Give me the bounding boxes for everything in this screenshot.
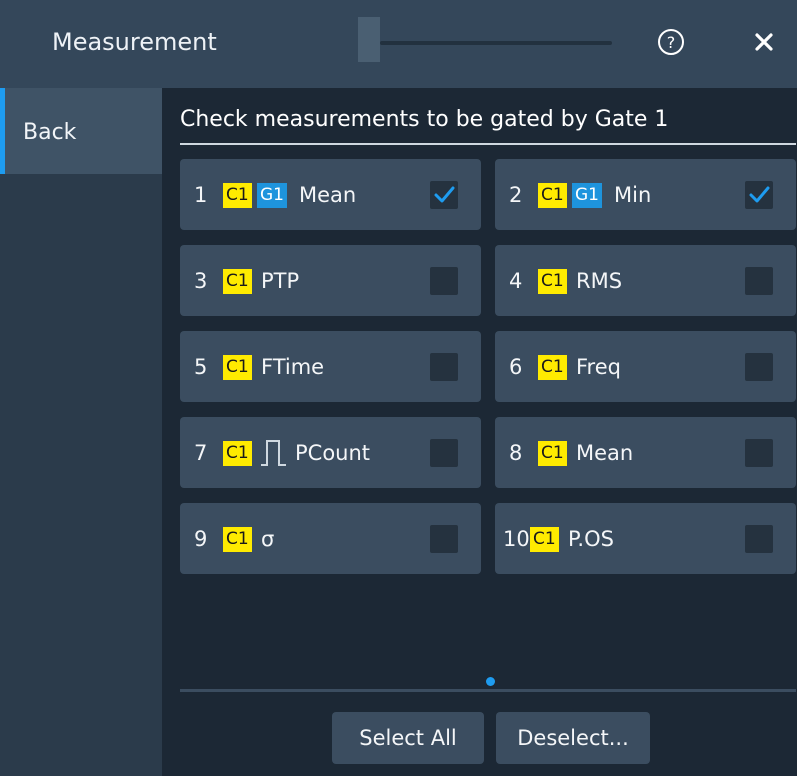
measurement-number: 7	[194, 441, 208, 465]
pulse-icon	[261, 440, 286, 466]
help-icon[interactable]: ?	[657, 28, 685, 56]
measurement-checkbox[interactable]	[430, 181, 458, 209]
measurement-name: PTP	[261, 269, 300, 293]
measurement-number: 8	[509, 441, 523, 465]
measurement-number: 5	[194, 355, 208, 379]
measurement-tile-2[interactable]: 2 C1 G1 Min	[495, 159, 796, 230]
measurement-tile-1[interactable]: 1 C1 G1 Mean	[180, 159, 481, 230]
back-label: Back	[23, 120, 77, 145]
measurement-number: 10	[503, 527, 530, 551]
measurement-checkbox[interactable]	[430, 525, 458, 553]
source-badge: C1	[530, 527, 559, 552]
checkmark-icon	[749, 186, 770, 203]
back-button[interactable]: Back	[0, 88, 162, 174]
measurement-number: 3	[194, 269, 208, 293]
source-badge: C1	[538, 441, 567, 466]
source-badge: C1	[538, 183, 567, 208]
measurement-tile-7[interactable]: 7 C1 PCount	[180, 417, 481, 488]
window-drag-track[interactable]	[380, 41, 612, 45]
measurement-checkbox[interactable]	[745, 267, 773, 295]
close-icon[interactable]	[752, 30, 776, 54]
measurement-name: Min	[614, 183, 652, 207]
measurement-number: 6	[509, 355, 523, 379]
measurement-name: σ	[261, 527, 275, 551]
gate-badge: G1	[257, 183, 287, 208]
page-heading: Check measurements to be gated by Gate 1	[180, 107, 669, 132]
measurement-checkbox[interactable]	[745, 525, 773, 553]
measurement-name: P.OS	[568, 527, 614, 551]
svg-text:?: ?	[667, 33, 676, 52]
measurement-name: Mean	[299, 183, 357, 207]
measurement-tile-6[interactable]: 6 C1 Freq	[495, 331, 796, 402]
source-badge: C1	[223, 355, 252, 380]
bottom-divider	[180, 689, 796, 692]
measurement-tile-5[interactable]: 5 C1 FTime	[180, 331, 481, 402]
checkmark-icon	[434, 186, 455, 203]
measurement-name: PCount	[295, 441, 371, 465]
measurement-checkbox[interactable]	[430, 353, 458, 381]
measurement-tile-10[interactable]: 10 C1 P.OS	[495, 503, 796, 574]
window-drag-handle[interactable]	[358, 17, 380, 62]
measurement-checkbox[interactable]	[745, 439, 773, 467]
measurement-tile-3[interactable]: 3 C1 PTP	[180, 245, 481, 316]
source-badge: C1	[223, 269, 252, 294]
sidebar: Back	[0, 88, 162, 776]
title-bar: Measurement ?	[0, 0, 797, 88]
main-content: Check measurements to be gated by Gate 1…	[162, 88, 797, 776]
deselect-button[interactable]: Deselect...	[496, 712, 650, 764]
window-title: Measurement	[52, 28, 217, 56]
measurement-tile-9[interactable]: 9 C1 σ	[180, 503, 481, 574]
source-badge: C1	[223, 527, 252, 552]
measurement-name: Freq	[576, 355, 621, 379]
measurement-checkbox[interactable]	[745, 353, 773, 381]
measurement-checkbox[interactable]	[430, 439, 458, 467]
measurement-number: 1	[194, 183, 208, 207]
measurement-name: Mean	[576, 441, 634, 465]
measurement-number: 4	[509, 269, 523, 293]
measurement-tile-8[interactable]: 8 C1 Mean	[495, 417, 796, 488]
gate-badge: G1	[572, 183, 602, 208]
source-badge: C1	[223, 441, 252, 466]
measurement-checkbox[interactable]	[745, 181, 773, 209]
measurement-number: 2	[509, 183, 523, 207]
measurement-tile-4[interactable]: 4 C1 RMS	[495, 245, 796, 316]
page-indicator-dot	[486, 677, 495, 686]
measurement-checkbox[interactable]	[430, 267, 458, 295]
measurement-number: 9	[194, 527, 208, 551]
measurement-name: RMS	[576, 269, 623, 293]
source-badge: C1	[538, 355, 567, 380]
select-all-button[interactable]: Select All	[332, 712, 484, 764]
heading-divider	[180, 143, 796, 145]
measurement-name: FTime	[261, 355, 325, 379]
source-badge: C1	[538, 269, 567, 294]
source-badge: C1	[223, 183, 252, 208]
